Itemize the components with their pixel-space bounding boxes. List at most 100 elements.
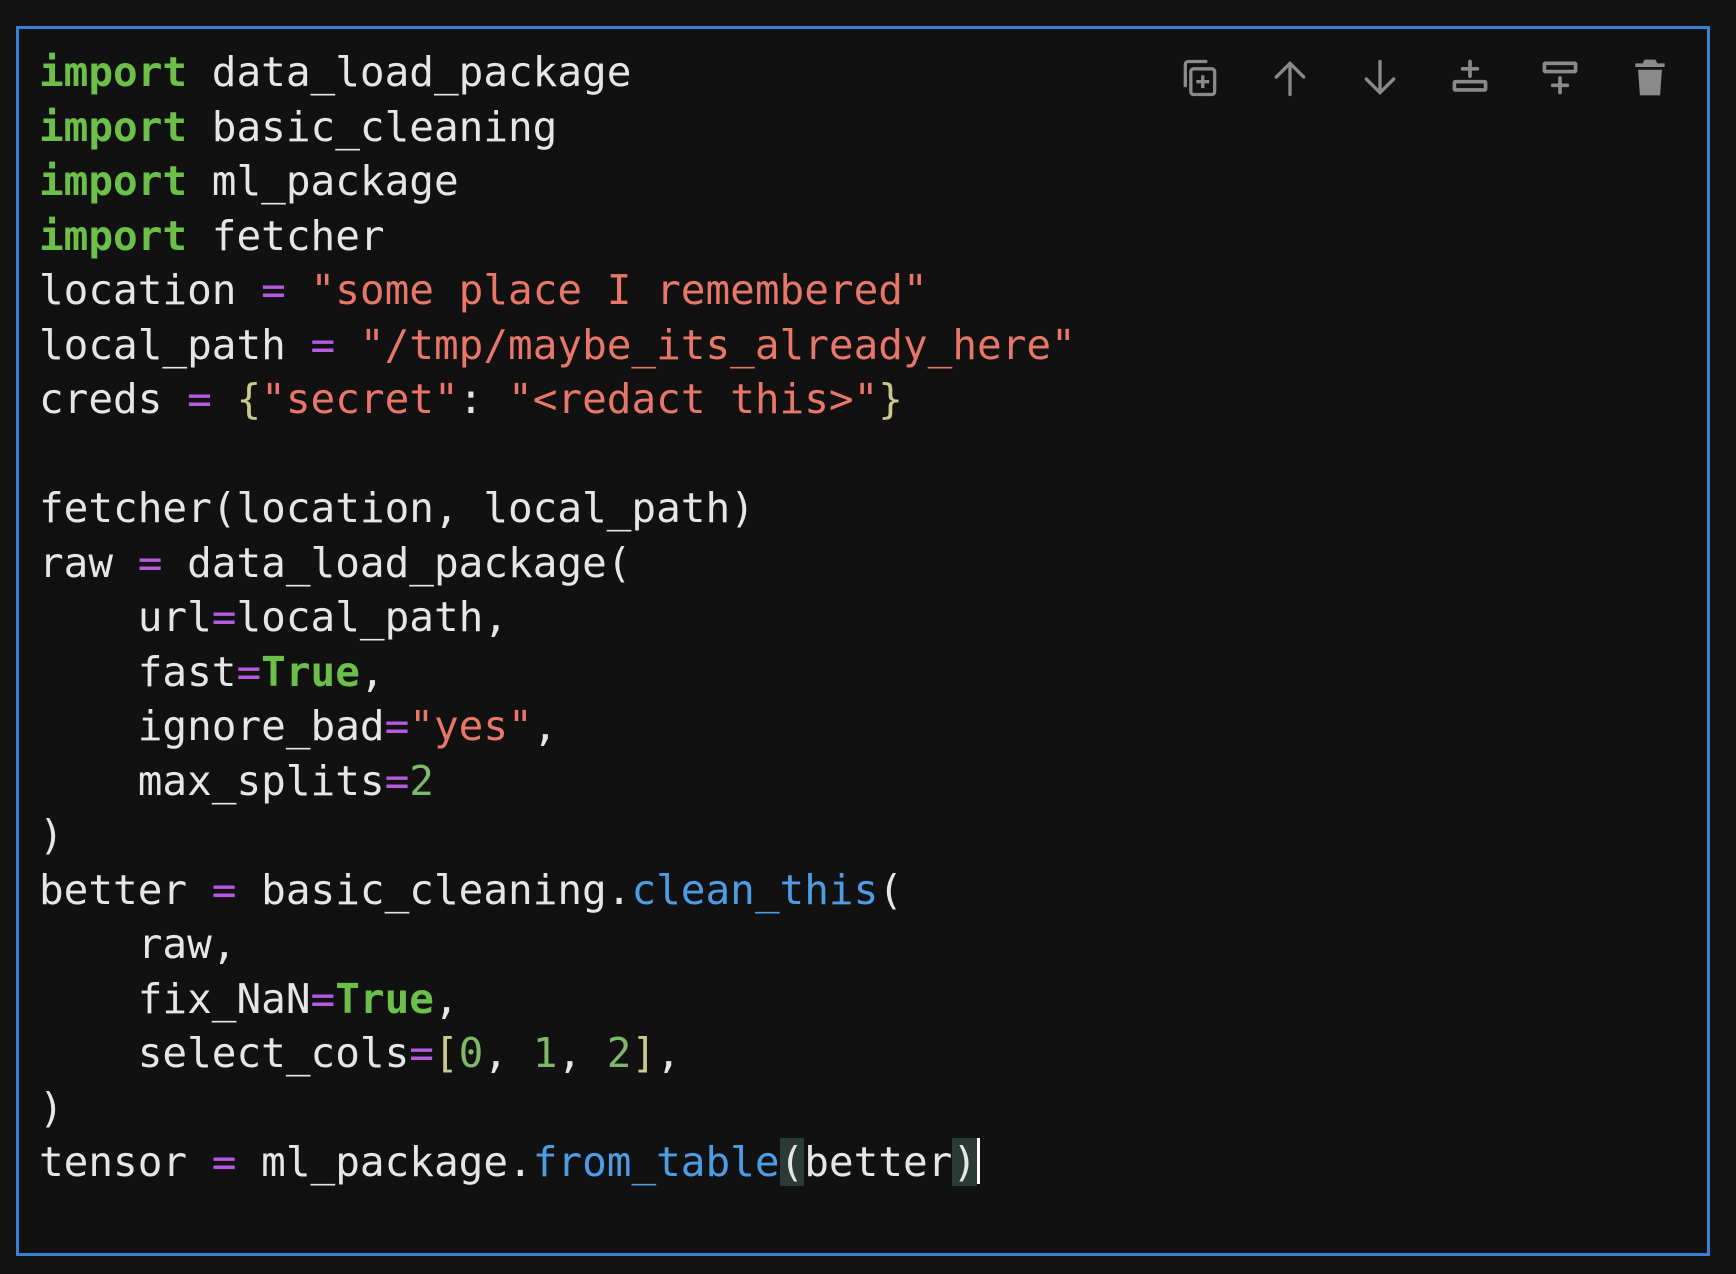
code-text: raw, (39, 920, 237, 968)
move-down-button[interactable] (1335, 43, 1425, 113)
code-matched-paren: ( (779, 1138, 805, 1186)
code-cell[interactable]: import data_load_package import basic_cle… (16, 26, 1710, 1256)
code-matched-paren: ) (952, 1138, 978, 1186)
insert-cell-above-button[interactable] (1425, 43, 1515, 113)
code-bracket: [ (433, 1029, 459, 1077)
code-text: fetcher (187, 211, 385, 260)
code-number: 2 (606, 1029, 632, 1077)
code-line[interactable]: import data_load_package (39, 45, 1076, 100)
code-text: better (39, 865, 212, 914)
code-operator: = (211, 1138, 237, 1186)
text-cursor (977, 1138, 981, 1184)
insert-cell-below-button[interactable] (1515, 43, 1605, 113)
duplicate-cell-button[interactable] (1155, 43, 1245, 113)
code-text: : (458, 375, 509, 423)
code-text: raw (39, 538, 138, 587)
cell-toolbar (1155, 43, 1695, 113)
code-text: ) (39, 811, 64, 859)
code-operator: = (187, 375, 212, 423)
code-text: , (532, 702, 558, 750)
code-line[interactable]: raw, (39, 917, 1076, 972)
code-line[interactable]: fetcher(location, local_path) (39, 481, 1076, 536)
code-text: , (433, 974, 459, 1023)
code-string: "/tmp/maybe_its_already_here" (359, 320, 1076, 369)
code-text: max_splits (39, 756, 385, 805)
code-line[interactable] (39, 427, 1076, 482)
code-bracket: { (236, 375, 262, 423)
code-keyword: True (335, 974, 434, 1023)
code-line[interactable]: fix_NaN=True, (39, 972, 1076, 1027)
code-text: ml_package (187, 157, 459, 205)
code-text: location (39, 266, 262, 314)
code-line[interactable]: url=local_path, (39, 590, 1076, 645)
code-text: data_load_package (187, 48, 632, 96)
code-line[interactable]: ) (39, 1081, 1076, 1136)
code-number: 0 (458, 1029, 484, 1077)
code-text: , (656, 1029, 681, 1077)
code-operator: = (211, 865, 237, 914)
insert-below-icon (1542, 61, 1578, 95)
code-operator: = (137, 538, 163, 587)
code-keyword: import (39, 211, 188, 260)
code-text: url (39, 593, 212, 641)
code-text: basic_cleaning. (236, 865, 632, 914)
code-line[interactable]: import basic_cleaning (39, 100, 1076, 155)
code-text: select_cols (39, 1029, 410, 1077)
code-line[interactable]: tensor = ml_package.from_table(better) (39, 1135, 1076, 1190)
code-text: basic_cleaning (187, 102, 558, 151)
code-function: clean_this (631, 865, 879, 914)
code-keyword: import (39, 48, 188, 96)
code-keyword: import (39, 102, 188, 151)
code-keyword: import (39, 157, 188, 205)
code-text: better (804, 1138, 953, 1186)
code-operator: = (211, 593, 237, 641)
code-text: ignore_bad (39, 702, 385, 750)
code-operator: = (236, 647, 262, 696)
code-text: , (483, 1029, 533, 1077)
code-text: ( (878, 865, 903, 914)
code-text: ml_package. (236, 1138, 533, 1186)
code-line[interactable]: max_splits=2 (39, 754, 1076, 809)
code-line[interactable]: ) (39, 808, 1076, 863)
code-text: tensor (39, 1138, 212, 1186)
code-text: , (359, 647, 385, 696)
code-line[interactable]: creds = {"secret": "<redact this>"} (39, 372, 1076, 427)
code-line[interactable]: import ml_package (39, 154, 1076, 209)
code-function: from_table (532, 1138, 780, 1186)
code-text: local_path (39, 320, 311, 369)
code-text: local_path, (236, 593, 509, 641)
code-line[interactable]: fast=True, (39, 645, 1076, 700)
code-line[interactable]: ignore_bad="yes", (39, 699, 1076, 754)
code-number: 2 (409, 756, 434, 805)
code-bracket: ] (631, 1029, 657, 1077)
code-line[interactable]: location = "some place I remembered" (39, 263, 1076, 318)
code-string: "secret" (261, 375, 459, 423)
code-editor[interactable]: import data_load_package import basic_cle… (39, 45, 1076, 1190)
move-up-button[interactable] (1245, 43, 1335, 113)
code-text: fix_NaN (39, 974, 311, 1023)
code-text: ) (39, 1083, 64, 1132)
trash-icon (1635, 59, 1665, 96)
code-string: "<redact this>" (508, 375, 879, 423)
code-operator: = (384, 702, 410, 750)
code-line[interactable]: better = basic_cleaning.clean_this( (39, 863, 1076, 918)
code-operator: = (261, 266, 286, 314)
code-bracket: } (878, 375, 903, 423)
duplicate-icon (1183, 59, 1217, 97)
code-operator: = (384, 756, 410, 805)
code-number: 1 (532, 1029, 558, 1077)
arrow-down-icon (1364, 59, 1396, 96)
code-line[interactable]: import fetcher (39, 209, 1076, 264)
arrow-up-icon (1274, 60, 1306, 97)
code-line[interactable]: local_path = "/tmp/maybe_its_already_her… (39, 318, 1076, 373)
code-line[interactable]: select_cols=[0, 1, 2], (39, 1026, 1076, 1081)
code-line[interactable]: raw = data_load_package( (39, 536, 1076, 591)
insert-above-icon (1452, 59, 1488, 92)
delete-cell-button[interactable] (1605, 43, 1695, 113)
code-string: "some place I remembered" (310, 266, 928, 314)
code-text: fast (39, 647, 237, 696)
code-keyword: True (261, 647, 360, 696)
